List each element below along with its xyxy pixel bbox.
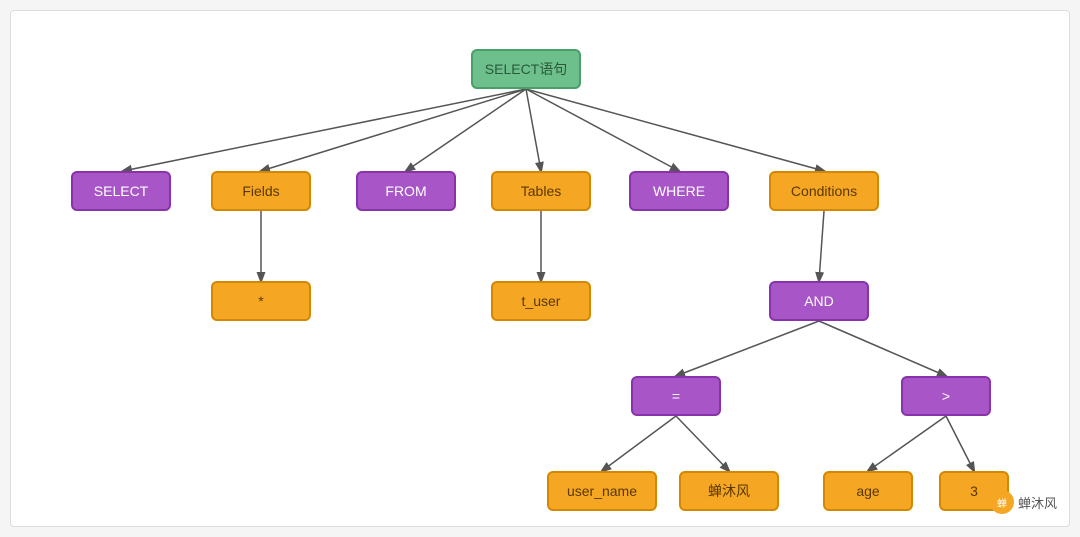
node-gt: > (901, 376, 991, 416)
node-star: * (211, 281, 311, 321)
node-eq: = (631, 376, 721, 416)
node-and: AND (769, 281, 869, 321)
node-where: WHERE (629, 171, 729, 211)
node-tuser: t_user (491, 281, 591, 321)
watermark-text: 蝉沐风 (1018, 493, 1057, 512)
node-root: SELECT语句 (471, 49, 581, 89)
watermark-icon: 蝉 (990, 490, 1014, 514)
node-from: FROM (356, 171, 456, 211)
node-conditions: Conditions (769, 171, 879, 211)
diagram-container: SELECT语句 SELECT Fields FROM Tables WHERE… (10, 10, 1070, 527)
node-fields: Fields (211, 171, 311, 211)
node-sumu: 蝉沐风 (679, 471, 779, 511)
watermark: 蝉 蝉沐风 (990, 490, 1057, 514)
node-username: user_name (547, 471, 657, 511)
node-tables: Tables (491, 171, 591, 211)
node-age: age (823, 471, 913, 511)
node-select: SELECT (71, 171, 171, 211)
